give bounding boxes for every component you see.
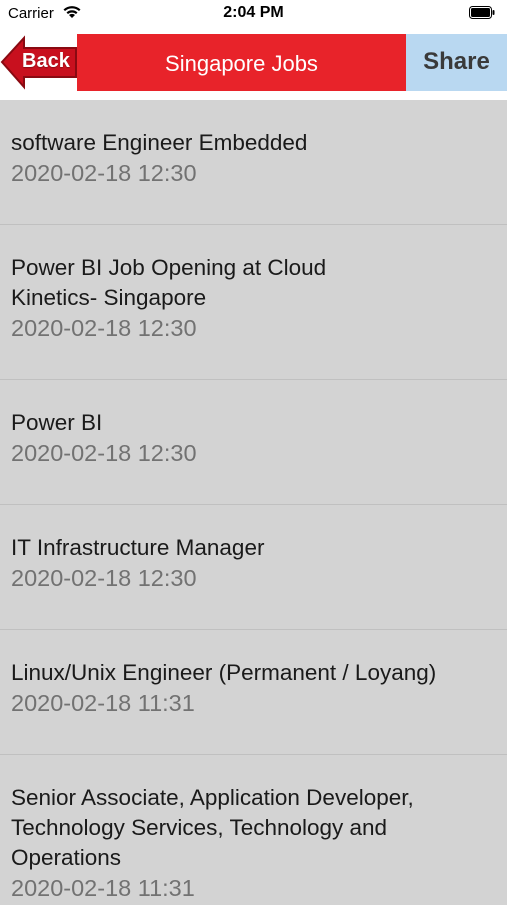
clock: 2:04 PM xyxy=(223,4,284,21)
job-title: software Engineer Embedded xyxy=(11,130,308,155)
navigation-bar: Singapore Jobs Back Share xyxy=(0,26,507,100)
job-title: Power BI xyxy=(11,410,103,435)
list-item[interactable]: IT Infrastructure Manager 2020-02-18 12:… xyxy=(0,505,507,630)
list-item[interactable]: Linux/Unix Engineer (Permanent / Loyang)… xyxy=(0,630,507,755)
list-item[interactable]: Power BI 2020-02-18 12:30 xyxy=(0,380,507,505)
list-item[interactable]: Power BI Job Opening at Cloud Kinetics- … xyxy=(0,225,507,380)
job-date: 2020-02-18 12:30 xyxy=(11,440,197,466)
back-button-label: Back xyxy=(22,50,70,72)
list-item[interactable]: Senior Associate, Application Developer,… xyxy=(0,755,507,905)
job-title: Senior Associate, Application Developer,… xyxy=(11,785,414,870)
battery-icon xyxy=(469,6,495,19)
job-list: software Engineer Embedded 2020-02-18 12… xyxy=(0,100,507,905)
job-title: Linux/Unix Engineer (Permanent / Loyang) xyxy=(11,660,437,685)
job-date: 2020-02-18 12:30 xyxy=(11,565,197,591)
title-bar: Singapore Jobs xyxy=(77,34,406,91)
job-date: 2020-02-18 11:31 xyxy=(11,690,195,716)
status-bar: Carrier 2:04 PM xyxy=(0,0,507,26)
job-date: 2020-02-18 12:30 xyxy=(11,315,197,341)
page-title: Singapore Jobs xyxy=(165,51,318,76)
job-title: IT Infrastructure Manager xyxy=(11,535,265,560)
job-title: Power BI Job Opening at Cloud Kinetics- … xyxy=(11,255,327,310)
job-date: 2020-02-18 12:30 xyxy=(11,160,197,186)
list-item[interactable]: software Engineer Embedded 2020-02-18 12… xyxy=(0,100,507,225)
job-date: 2020-02-18 11:31 xyxy=(11,875,195,901)
share-button-label: Share xyxy=(423,48,490,75)
back-button[interactable]: Back xyxy=(0,34,78,91)
share-button[interactable]: Share xyxy=(406,34,507,91)
